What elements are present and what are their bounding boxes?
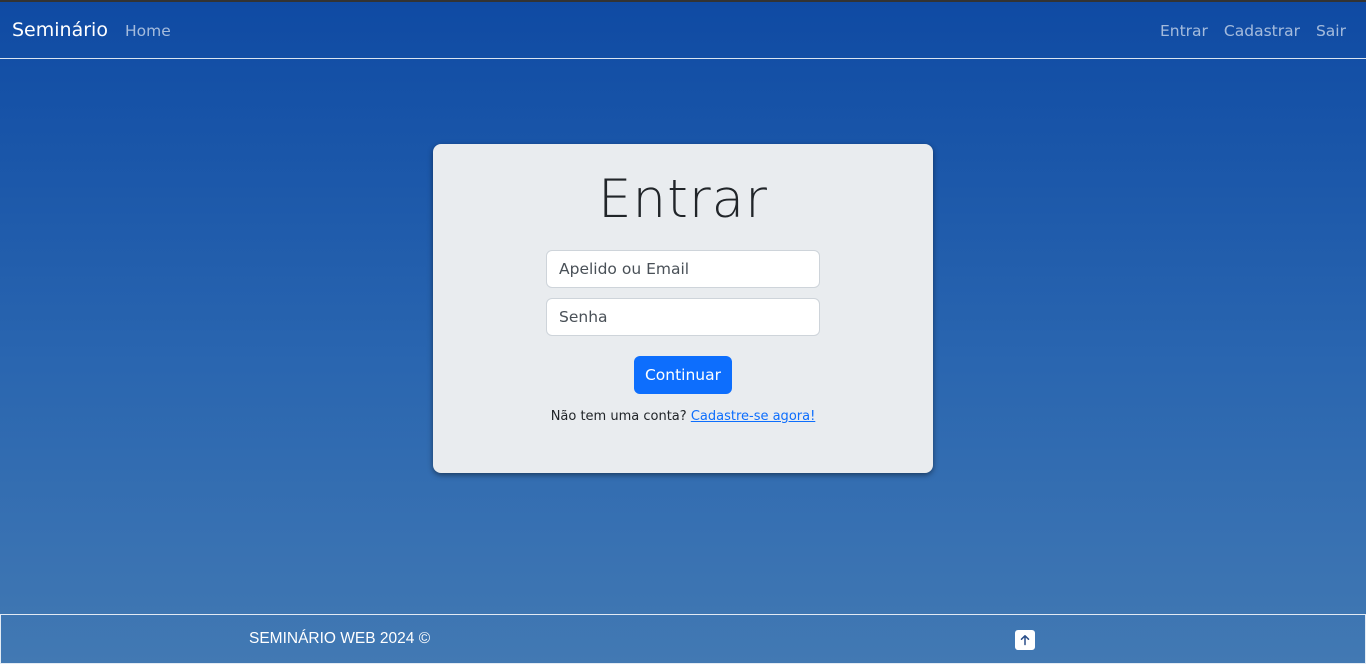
navbar: Seminário Home Entrar Cadastrar Sair bbox=[0, 2, 1366, 59]
back-to-top-button[interactable] bbox=[1015, 630, 1035, 650]
nav-login-link[interactable]: Entrar bbox=[1160, 22, 1208, 40]
footer-copyright: SEMINÁRIO WEB 2024 © bbox=[249, 630, 431, 647]
nav-home-link[interactable]: Home bbox=[125, 22, 171, 40]
login-title: Entrar bbox=[598, 169, 768, 230]
password-input[interactable] bbox=[546, 298, 820, 336]
username-email-input[interactable] bbox=[546, 250, 820, 288]
signup-link[interactable]: Cadastre-se agora! bbox=[691, 409, 815, 424]
continue-button[interactable]: Continuar bbox=[634, 356, 732, 394]
footer: SEMINÁRIO WEB 2024 © bbox=[0, 614, 1366, 664]
arrow-up-icon bbox=[1020, 635, 1030, 646]
signup-prompt-text: Não tem uma conta? bbox=[550, 409, 687, 424]
signup-prompt-line: Não tem uma conta? Cadastre-se agora! bbox=[433, 409, 933, 424]
login-card: Entrar Continuar Não tem uma conta? Cada… bbox=[433, 144, 933, 473]
nav-right-links: Entrar Cadastrar Sair bbox=[1160, 22, 1346, 40]
nav-logout-link[interactable]: Sair bbox=[1316, 22, 1346, 40]
brand-link[interactable]: Seminário bbox=[12, 19, 108, 41]
nav-register-link[interactable]: Cadastrar bbox=[1224, 22, 1300, 40]
